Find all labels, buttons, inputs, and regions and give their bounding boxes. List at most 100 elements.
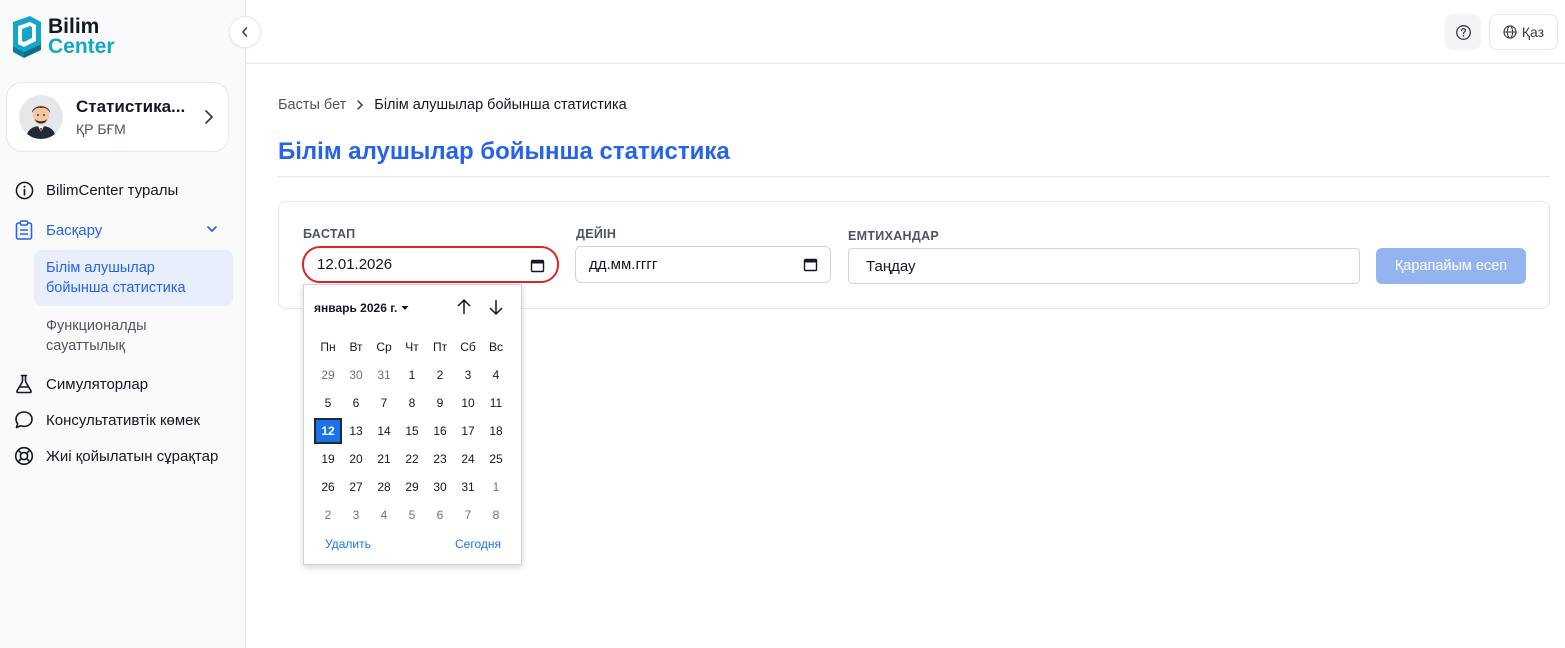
exams-select[interactable]: Таңдау <box>848 248 1360 284</box>
chevron-left-icon <box>241 27 248 37</box>
calendar-day[interactable]: 3 <box>454 362 482 388</box>
sidebar-item-consultation[interactable]: Консультативтік көмек <box>0 406 245 434</box>
weekday-header-row: Пн Вт Ср Чт Пт Сб Вс <box>314 333 518 361</box>
calendar-day[interactable]: 15 <box>398 418 426 444</box>
simple-report-button[interactable]: Қарапайым есеп <box>1376 248 1526 284</box>
info-icon <box>14 180 34 200</box>
bilimcenter-logo-icon <box>13 16 41 58</box>
calendar-weeks: 29 30 31 1 2 3 4 5 6 7 8 9 10 11 12 13 14 15 16 17 18 19 20 21 2… <box>314 361 518 529</box>
calendar-day[interactable]: 30 <box>342 362 370 388</box>
sidebar-item-simulators[interactable]: Симуляторлар <box>0 370 245 398</box>
page-title: Білім алушылар бойынша статистика <box>278 138 730 165</box>
calendar-day[interactable]: 3 <box>342 502 370 528</box>
language-switcher[interactable]: Қаз <box>1489 14 1558 50</box>
calendar-day[interactable]: 11 <box>482 390 510 416</box>
breadcrumb-current: Білім алушылар бойынша статистика <box>374 97 627 113</box>
calendar-day[interactable]: 6 <box>426 502 454 528</box>
calendar-day[interactable]: 13 <box>342 418 370 444</box>
clear-date-button[interactable]: Удалить <box>325 537 371 551</box>
from-date-input[interactable]: 12.01.2026 <box>302 246 559 283</box>
sidebar-item-management[interactable]: Басқару <box>0 216 245 244</box>
calendar-day-selected[interactable]: 12 <box>314 418 342 444</box>
breadcrumb: Басты бет Білім алушылар бойынша статист… <box>278 97 627 113</box>
profile-card[interactable]: Статистика... ҚР БҒМ <box>6 82 229 152</box>
calendar-day[interactable]: 19 <box>314 446 342 472</box>
calendar-day[interactable]: 6 <box>342 390 370 416</box>
sidebar-collapse-button[interactable] <box>229 16 261 48</box>
calendar-day[interactable]: 20 <box>342 446 370 472</box>
chevron-right-icon <box>205 110 214 124</box>
to-date-input[interactable]: дд.мм.гггг <box>575 246 831 283</box>
month-year-selector[interactable]: январь 2026 г. <box>314 301 409 315</box>
calendar-week-row: 12 13 14 15 16 17 18 <box>314 417 518 445</box>
calendar-day[interactable]: 24 <box>454 446 482 472</box>
weekday-label: Ср <box>376 340 392 354</box>
calendar-day[interactable]: 7 <box>454 502 482 528</box>
title-divider <box>278 176 1550 177</box>
calendar-day[interactable]: 7 <box>370 390 398 416</box>
calendar-icon[interactable] <box>803 257 818 272</box>
calendar-day[interactable]: 26 <box>314 474 342 500</box>
calendar-day[interactable]: 22 <box>398 446 426 472</box>
calendar-day[interactable]: 25 <box>482 446 510 472</box>
sidebar-item-label: BilimCenter туралы <box>46 181 179 199</box>
calendar-day[interactable]: 2 <box>314 502 342 528</box>
bilimcenter-logo[interactable]: Bilim Center <box>10 14 115 60</box>
clipboard-icon <box>14 220 34 240</box>
calendar-day[interactable]: 23 <box>426 446 454 472</box>
calendar-day[interactable]: 4 <box>370 502 398 528</box>
sidebar-item-label: Жиі қойылатын сұрақтар <box>46 447 219 465</box>
globe-icon <box>1503 25 1517 39</box>
today-button[interactable]: Сегодня <box>455 537 501 551</box>
weekday-label: Пн <box>320 340 336 354</box>
calendar-day[interactable]: 29 <box>398 474 426 500</box>
calendar-day[interactable]: 29 <box>314 362 342 388</box>
calendar-day[interactable]: 5 <box>398 502 426 528</box>
breadcrumb-home-link[interactable]: Басты бет <box>278 97 346 113</box>
calendar-day[interactable]: 16 <box>426 418 454 444</box>
calendar-day[interactable]: 8 <box>482 502 510 528</box>
calendar-day[interactable]: 14 <box>370 418 398 444</box>
help-button[interactable] <box>1445 14 1481 50</box>
exams-select-value: Таңдау <box>866 257 916 275</box>
sidebar-item-label: Консультативтік көмек <box>46 411 201 429</box>
sidebar-nav: BilimCenter туралы Басқару Білім алушыла… <box>0 176 245 470</box>
chevron-down-icon <box>207 226 217 233</box>
calendar-day[interactable]: 9 <box>426 390 454 416</box>
calendar-grid: Пн Вт Ср Чт Пт Сб Вс 29 30 31 1 2 3 4 5 6 7 8 9 10 11… <box>314 333 518 529</box>
calendar-icon[interactable] <box>530 258 545 273</box>
calendar-day[interactable]: 21 <box>370 446 398 472</box>
calendar-day[interactable]: 27 <box>342 474 370 500</box>
previous-month-button[interactable] <box>454 297 474 317</box>
calendar-day[interactable]: 31 <box>454 474 482 500</box>
sidebar-item-faq[interactable]: Жиі қойылатын сұрақтар <box>0 442 245 470</box>
weekday-label: Вс <box>488 340 503 354</box>
language-label: Қаз <box>1521 24 1545 40</box>
calendar-day[interactable]: 17 <box>454 418 482 444</box>
profile-org: ҚР БҒМ <box>76 121 126 137</box>
calendar-day[interactable]: 5 <box>314 390 342 416</box>
sidebar-subitem-functional-literacy[interactable]: Функционалды сауаттылық <box>34 308 233 364</box>
sidebar-subitem-student-statistics[interactable]: Білім алушылар бойынша статистика <box>34 250 233 306</box>
calendar-day[interactable]: 30 <box>426 474 454 500</box>
weekday-label: Пт <box>432 340 448 354</box>
arrow-down-icon <box>489 300 503 316</box>
calendar-week-row: 19 20 21 22 23 24 25 <box>314 445 518 473</box>
calendar-day[interactable]: 18 <box>482 418 510 444</box>
flask-icon <box>14 374 34 394</box>
caret-down-icon <box>401 306 409 310</box>
calendar-day[interactable]: 10 <box>454 390 482 416</box>
calendar-day[interactable]: 28 <box>370 474 398 500</box>
calendar-day[interactable]: 4 <box>482 362 510 388</box>
sidebar-item-about[interactable]: BilimCenter туралы <box>0 176 245 204</box>
calendar-day[interactable]: 31 <box>370 362 398 388</box>
date-picker-popup: январь 2026 г. Пн Вт Ср Чт Пт Сб Вс 29 30… <box>303 284 522 565</box>
from-date-value: 12.01.2026 <box>317 256 393 273</box>
next-month-button[interactable] <box>486 297 506 317</box>
chat-bubble-icon <box>14 410 34 430</box>
calendar-day[interactable]: 1 <box>482 474 510 500</box>
topbar: Қаз <box>246 0 1565 64</box>
calendar-day[interactable]: 1 <box>398 362 426 388</box>
calendar-day[interactable]: 8 <box>398 390 426 416</box>
calendar-day[interactable]: 2 <box>426 362 454 388</box>
